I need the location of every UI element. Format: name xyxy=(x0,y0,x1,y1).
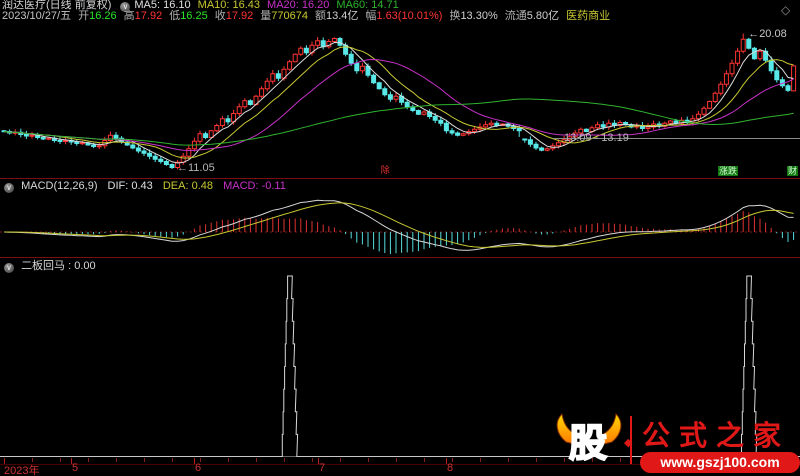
diamond-icon[interactable]: ◇ xyxy=(781,3,790,17)
macd-panel-header: ∨ MACD(12,26,9) DIF: 0.43 DEA: 0.48 MACD… xyxy=(2,180,293,193)
signal-separator: : xyxy=(65,260,74,272)
signal-spike xyxy=(282,276,298,457)
quote-field: 额13.4亿 xyxy=(315,10,358,22)
axis-tick xyxy=(228,458,229,462)
axis-tick xyxy=(396,458,397,462)
watermark-url[interactable]: www.gszj100.com xyxy=(640,452,800,473)
macd-title: MACD(12,26,9) xyxy=(21,180,97,192)
macd-value: MACD: -0.11 xyxy=(223,180,286,192)
axis-tick xyxy=(368,458,369,462)
axis-month-label: 2023年 xyxy=(4,462,39,476)
high-annotation: ←20.08 xyxy=(748,28,787,40)
axis-tick xyxy=(144,458,145,462)
quote-fields: 开16.26高17.92低16.25收17.92量770674额13.4亿幅1.… xyxy=(78,10,617,22)
quote-field-label: 换 xyxy=(449,10,460,22)
watermark: 股 ◆ 公式之家 www.gszj100.com xyxy=(548,410,800,476)
quote-field-label: 低 xyxy=(169,10,180,22)
quote-field: 高17.92 xyxy=(124,10,163,22)
quote-field: 换13.30% xyxy=(449,10,497,22)
logo-divider xyxy=(630,416,632,464)
axis-month-label: 8 xyxy=(447,462,453,474)
axis-tick xyxy=(536,458,537,462)
dif-value: DIF: 0.43 xyxy=(108,180,153,192)
bull-logo: 股 xyxy=(552,412,626,476)
gap-annotation: 13.09 - 13.19 xyxy=(564,132,629,144)
quote-field: 收17.92 xyxy=(215,10,254,22)
quote-field-value: 医药商业 xyxy=(566,10,610,22)
quote-field: 幅1.63(10.01%) xyxy=(365,10,442,22)
quote-field-label: 量 xyxy=(260,10,271,22)
event-badge-finance[interactable]: 财 xyxy=(787,166,798,176)
axis-tick xyxy=(480,458,481,462)
axis-tick xyxy=(88,458,89,462)
quote-field: 流通5.80亿 xyxy=(505,10,559,22)
header-line2: 2023/10/27/五开16.26高17.92低16.25收17.92量770… xyxy=(2,11,617,22)
main-chart-canvas[interactable] xyxy=(0,22,800,178)
collapse-signal-icon[interactable]: ∨ xyxy=(4,263,14,273)
low-annotation: ←11.05 xyxy=(177,162,215,174)
axis-tick xyxy=(312,458,313,462)
signal-value: 0.00 xyxy=(74,260,95,272)
axis-tick xyxy=(60,458,61,462)
quote-field: 低16.25 xyxy=(169,10,208,22)
axis-tick xyxy=(424,458,425,462)
quote-field-label: 幅 xyxy=(365,10,376,22)
axis-month-label: 6 xyxy=(195,462,201,474)
quote-field-value: 16.26 xyxy=(89,10,117,22)
axis-tick xyxy=(508,458,509,462)
axis-tick xyxy=(256,458,257,462)
quote-field-value: 13.30% xyxy=(460,10,497,22)
quote-field-value: 17.92 xyxy=(135,10,163,22)
quote-field-value: 1.63(10.01%) xyxy=(376,10,442,22)
axis-month-label: 5 xyxy=(72,462,78,474)
quote-field: 量770674 xyxy=(260,10,308,22)
date-value: 2023/10/27/五 xyxy=(2,10,71,22)
quote-field-label: 收 xyxy=(215,10,226,22)
quote-field-value: 16.25 xyxy=(180,10,208,22)
axis-tick xyxy=(284,458,285,462)
watermark-title: 公式之家 xyxy=(642,414,800,454)
panel-separator xyxy=(0,178,800,179)
quote-field-value: 13.4亿 xyxy=(326,10,358,22)
quote-field-label: 流通 xyxy=(505,10,527,22)
quote-field[interactable]: 医药商业 xyxy=(566,10,610,22)
quote-field: 开16.26 xyxy=(78,10,117,22)
tdx-app-window: 润达医疗(日线 前复权)∨MA5: 16.10MA10: 16.43MA20: … xyxy=(0,0,800,476)
macd-chart-canvas[interactable] xyxy=(0,196,800,256)
signal-title: 二板回马 xyxy=(21,260,65,272)
quote-field-label: 开 xyxy=(78,10,89,22)
axis-month-label: 7 xyxy=(319,462,325,474)
axis-tick xyxy=(172,458,173,462)
collapse-macd-icon[interactable]: ∨ xyxy=(4,183,14,193)
dea-value: DEA: 0.48 xyxy=(163,180,213,192)
quote-field-value: 5.80亿 xyxy=(527,10,559,22)
quote-field-label: 额 xyxy=(315,10,326,22)
axis-tick xyxy=(340,458,341,462)
stock-info-header: 润达医疗(日线 前复权)∨MA5: 16.10MA10: 16.43MA20: … xyxy=(0,0,800,22)
quote-field-label: 高 xyxy=(124,10,135,22)
quote-field-value: 770674 xyxy=(271,10,308,22)
quote-field-value: 17.92 xyxy=(226,10,254,22)
ex-rights-marker: 除 xyxy=(381,163,390,176)
logo-character: 股 xyxy=(569,424,607,464)
event-badge-change[interactable]: 涨跌 xyxy=(718,166,738,176)
signal-panel-header: ∨ 二板回马 : 0.00 xyxy=(2,260,96,273)
axis-tick xyxy=(116,458,117,462)
